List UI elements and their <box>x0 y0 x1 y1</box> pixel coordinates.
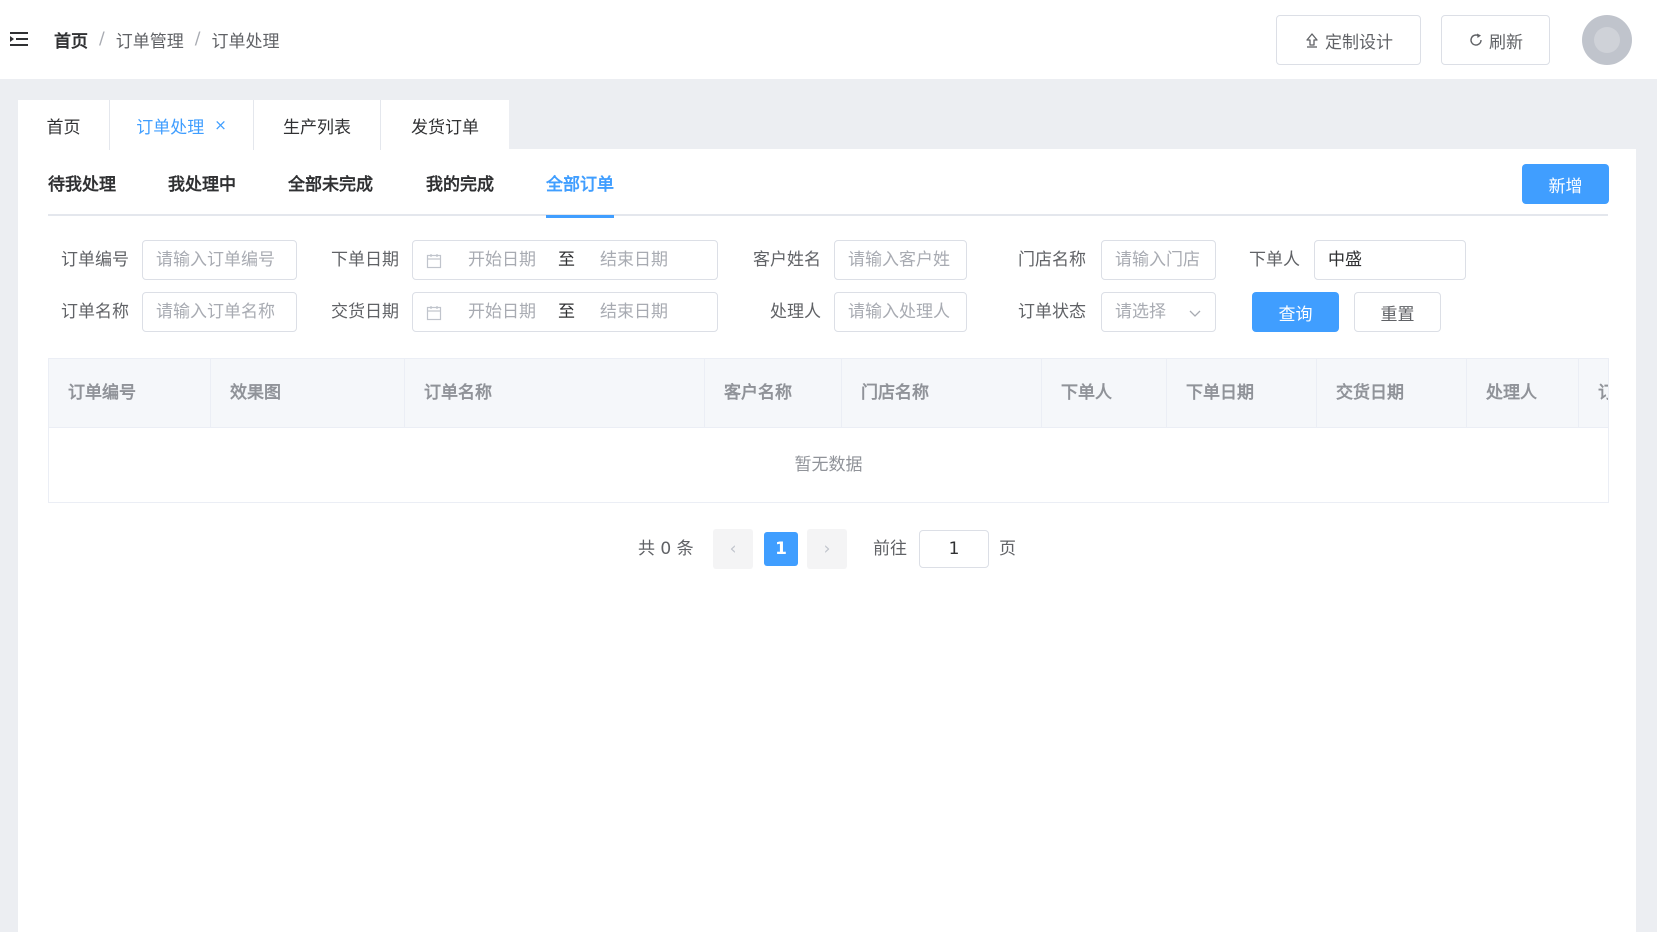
chevron-down-icon <box>1189 310 1201 317</box>
column-header-order-no[interactable]: 订单编号 <box>49 359 211 427</box>
column-header-handler[interactable]: 处理人 <box>1467 359 1579 427</box>
tab-label: 首页 <box>46 117 81 138</box>
column-header-store[interactable]: 门店名称 <box>842 359 1042 427</box>
view-tabs: 首页 订单处理 × 生产列表 发货订单 <box>18 100 509 150</box>
top-header: 首页 / 订单管理 / 订单处理 定制设计 刷新 <box>0 0 1657 79</box>
order-name-input[interactable]: 请输入订单名称 <box>142 292 297 332</box>
order-date-label: 下单日期 <box>331 250 399 270</box>
orders-table: 订单编号 效果图 订单名称 客户名称 门店名称 下单人 下单日期 交货日期 处理… <box>48 358 1609 503</box>
status-select[interactable]: 请选择 <box>1101 292 1216 332</box>
avatar[interactable] <box>1582 15 1632 65</box>
breadcrumb-home[interactable]: 首页 <box>54 27 88 52</box>
tab-label: 发货订单 <box>411 117 479 138</box>
custom-design-label: 定制设计 <box>1325 32 1393 53</box>
query-button[interactable]: 查询 <box>1252 292 1339 332</box>
chevron-right-icon: › <box>823 539 831 559</box>
delivery-date-end[interactable]: 结束日期 <box>600 293 668 331</box>
orderer-label: 下单人 <box>1249 250 1300 270</box>
handler-input[interactable]: 请输入处理人 <box>834 292 967 332</box>
pagination-total: 共 0 条 <box>638 539 694 559</box>
status-tab-all-orders[interactable]: 全部订单 <box>546 164 614 218</box>
tab-shipping-orders[interactable]: 发货订单 <box>381 100 509 150</box>
column-header-more[interactable]: 订 <box>1579 359 1608 427</box>
status-tab-my-completed[interactable]: 我的完成 <box>426 164 494 216</box>
customer-label: 客户姓名 <box>753 250 821 270</box>
column-header-order-date[interactable]: 下单日期 <box>1167 359 1317 427</box>
status-tabs: 待我处理 我处理中 全部未完成 我的完成 全部订单 <box>48 164 1608 218</box>
store-label: 门店名称 <box>1018 250 1086 270</box>
column-header-orderer[interactable]: 下单人 <box>1042 359 1167 427</box>
order-no-input[interactable]: 请输入订单编号 <box>142 240 297 280</box>
status-tab-pending-mine[interactable]: 待我处理 <box>48 164 116 216</box>
menu-fold-icon[interactable] <box>10 31 28 47</box>
order-date-separator: 至 <box>558 250 575 270</box>
breadcrumb-separator: / <box>194 29 201 49</box>
pagination: 共 0 条 ‹ 1 › 前往 1 页 <box>0 529 1657 569</box>
tab-label: 订单处理 <box>136 117 205 138</box>
calendar-icon <box>426 306 442 321</box>
order-date-start[interactable]: 开始日期 <box>468 241 536 279</box>
column-header-delivery-date[interactable]: 交货日期 <box>1317 359 1467 427</box>
chevron-left-icon: ‹ <box>729 539 737 559</box>
order-name-label: 订单名称 <box>61 302 129 322</box>
column-header-order-name[interactable]: 订单名称 <box>405 359 705 427</box>
store-input[interactable]: 请输入门店 <box>1101 240 1216 280</box>
calendar-icon <box>426 254 442 269</box>
breadcrumb: 首页 / 订单管理 / 订单处理 <box>54 26 279 52</box>
delivery-date-start[interactable]: 开始日期 <box>468 293 536 331</box>
tab-production-list[interactable]: 生产列表 <box>254 100 381 150</box>
status-select-placeholder: 请选择 <box>1115 302 1166 322</box>
breadcrumb-order-processing: 订单处理 <box>211 31 280 52</box>
order-date-range[interactable]: 开始日期 至 结束日期 <box>412 240 718 280</box>
breadcrumb-order-management: 订单管理 <box>115 31 184 52</box>
customer-input[interactable]: 请输入客户姓 <box>834 240 967 280</box>
order-no-label: 订单编号 <box>61 250 129 270</box>
goto-page-input[interactable]: 1 <box>919 530 989 568</box>
add-button[interactable]: 新增 <box>1522 164 1609 204</box>
delivery-date-label: 交货日期 <box>331 302 399 322</box>
handler-label: 处理人 <box>770 302 821 322</box>
custom-design-button[interactable]: 定制设计 <box>1276 15 1421 65</box>
orderer-input[interactable]: 中盛 <box>1314 240 1466 280</box>
next-page-button[interactable]: › <box>807 529 847 569</box>
close-icon[interactable]: × <box>214 116 227 134</box>
tab-label: 生产列表 <box>283 117 351 138</box>
column-header-customer[interactable]: 客户名称 <box>705 359 842 427</box>
status-tab-all-unfinished[interactable]: 全部未完成 <box>288 164 373 216</box>
delivery-date-separator: 至 <box>558 302 575 322</box>
reset-button[interactable]: 重置 <box>1354 292 1441 332</box>
page-suffix: 页 <box>999 539 1016 559</box>
delivery-date-range[interactable]: 开始日期 至 结束日期 <box>412 292 718 332</box>
breadcrumb-separator: / <box>99 29 105 49</box>
upload-icon <box>1306 33 1318 48</box>
tab-home[interactable]: 首页 <box>18 100 110 150</box>
tab-order-processing[interactable]: 订单处理 × <box>110 100 254 150</box>
status-tab-in-progress[interactable]: 我处理中 <box>168 164 236 216</box>
table-header: 订单编号 效果图 订单名称 客户名称 门店名称 下单人 下单日期 交货日期 处理… <box>49 359 1608 428</box>
goto-label: 前往 <box>873 539 907 559</box>
status-label: 订单状态 <box>1018 302 1086 322</box>
refresh-label: 刷新 <box>1489 32 1523 53</box>
empty-state: 暂无数据 <box>794 455 863 475</box>
page-number-current[interactable]: 1 <box>764 532 798 566</box>
order-date-end[interactable]: 结束日期 <box>600 241 668 279</box>
prev-page-button[interactable]: ‹ <box>713 529 753 569</box>
column-header-preview[interactable]: 效果图 <box>211 359 405 427</box>
refresh-button[interactable]: 刷新 <box>1441 15 1550 65</box>
refresh-icon <box>1470 33 1482 46</box>
